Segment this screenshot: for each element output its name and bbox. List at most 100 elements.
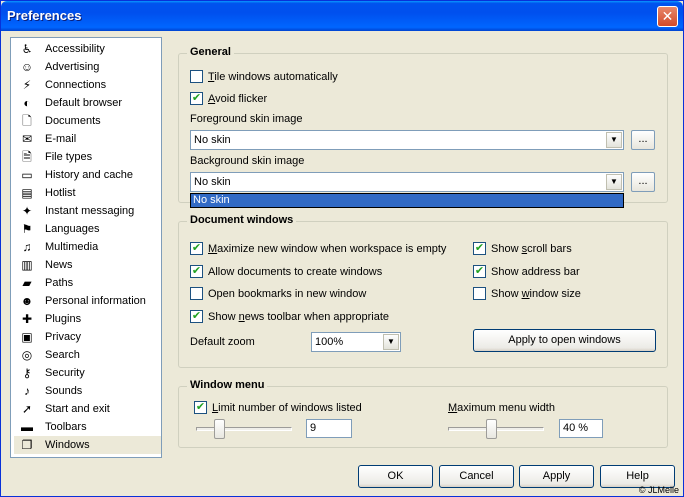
- window-size-checkbox[interactable]: Show window size: [473, 287, 581, 300]
- sidebar-item-documents[interactable]: 🗋 Documents: [14, 112, 161, 130]
- background-skin-select[interactable]: No skin ▼: [190, 172, 624, 192]
- limit-windows-box[interactable]: ✔: [194, 401, 207, 414]
- sidebar-item-start-and-exit[interactable]: ➚ Start and exit: [14, 400, 161, 418]
- avoid-flicker-label: Avoid flicker: [208, 92, 268, 105]
- default-zoom-select[interactable]: 100% ▼: [311, 332, 401, 352]
- scroll-bars-checkbox[interactable]: ✔ Show scroll bars: [473, 242, 572, 255]
- sidebar-item-paths[interactable]: ▰ Paths: [14, 274, 161, 292]
- allow-create-box[interactable]: ✔: [190, 265, 203, 278]
- avoid-flicker-box[interactable]: ✔: [190, 92, 203, 105]
- title-bar[interactable]: Preferences ✕: [1, 1, 683, 31]
- languages-icon: ⚑: [21, 222, 33, 236]
- copyright-text: © JLMelle: [638, 485, 679, 495]
- default-zoom-label: Default zoom: [190, 336, 255, 348]
- sidebar-item-instant-messaging[interactable]: ✦ Instant messaging: [14, 202, 161, 220]
- sidebar-item-default-browser[interactable]: ◐ Default browser: [14, 94, 161, 112]
- foreground-skin-value: No skin: [194, 134, 231, 146]
- sidebar-item-toolbars[interactable]: ▬ Toolbars: [14, 418, 161, 436]
- allow-create-checkbox[interactable]: ✔ Allow documents to create windows: [190, 265, 382, 278]
- foreground-skin-select[interactable]: No skin ▼: [190, 130, 624, 150]
- apply-button[interactable]: Apply: [519, 465, 594, 488]
- tile-windows-checkbox[interactable]: Tile windows automatically: [190, 70, 338, 83]
- news-toolbar-box[interactable]: ✔: [190, 310, 203, 323]
- preferences-window: Preferences ✕ ♿ Accessibility ☺ Advertising…: [0, 0, 684, 497]
- sidebar-item-privacy[interactable]: ▣ Privacy: [14, 328, 161, 346]
- background-browse-button[interactable]: ...: [631, 172, 655, 192]
- window-menu-title: Window menu: [187, 379, 268, 391]
- tile-windows-box[interactable]: [190, 70, 203, 83]
- browser-icon: ◐: [23, 96, 31, 110]
- sidebar-item-label: Paths: [45, 277, 74, 289]
- scroll-bars-box[interactable]: ✔: [473, 242, 486, 255]
- plug-icon: ⚡: [22, 78, 32, 92]
- sidebar-item-label: Languages: [45, 223, 100, 235]
- apply-to-open-windows-button[interactable]: Apply to open windows: [473, 329, 656, 352]
- sidebar-item-windows[interactable]: ❐ Windows: [14, 436, 161, 454]
- close-button[interactable]: ✕: [657, 6, 678, 27]
- address-bar-box[interactable]: ✔: [473, 265, 486, 278]
- sidebar-item-label: Start and exit: [45, 403, 110, 415]
- sidebar-item-sounds[interactable]: ♪ Sounds: [14, 382, 161, 400]
- sidebar-item-security[interactable]: ⚷ Security: [14, 364, 161, 382]
- maximize-box[interactable]: ✔: [190, 242, 203, 255]
- sidebar-item-label: Accessibility: [45, 43, 105, 55]
- sidebar-item-label: Sounds: [45, 385, 83, 397]
- sidebar-item-label: Plugins: [45, 313, 82, 325]
- key-icon: ⚷: [22, 366, 32, 380]
- avoid-flicker-checkbox[interactable]: ✔ Avoid flicker: [190, 92, 267, 105]
- chevron-down-icon[interactable]: ▼: [383, 334, 399, 350]
- news-toolbar-checkbox[interactable]: ✔ Show news toolbar when appropriate: [190, 310, 389, 323]
- search-icon: ◎: [21, 348, 33, 362]
- limit-slider-track[interactable]: [196, 427, 292, 431]
- maximize-label: Maximize new window when workspace is em…: [208, 242, 447, 255]
- sidebar-item-personal-information[interactable]: ☻ Personal information: [14, 292, 161, 310]
- start-exit-icon: ➚: [21, 402, 33, 416]
- background-skin-dropdown-list[interactable]: No skin: [190, 193, 624, 208]
- documents-icon: 🗋: [22, 114, 32, 128]
- cancel-button[interactable]: Cancel: [439, 465, 514, 488]
- ok-button[interactable]: OK: [358, 465, 433, 488]
- width-slider-thumb[interactable]: [486, 419, 497, 439]
- sidebar-item-label: File types: [45, 151, 93, 163]
- open-bookmarks-checkbox[interactable]: Open bookmarks in new window: [190, 287, 366, 300]
- chevron-down-icon[interactable]: ▼: [606, 132, 622, 148]
- maximize-checkbox[interactable]: ✔ Maximize new window when workspace is …: [190, 242, 446, 255]
- window-menu-group: Window menu: [178, 379, 668, 448]
- sidebar-item-plugins[interactable]: ✚ Plugins: [14, 310, 161, 328]
- address-bar-label: Show address bar: [491, 265, 580, 278]
- sidebar-item-label: Security: [45, 367, 85, 379]
- hotlist-icon: ▤: [21, 186, 33, 200]
- sidebar-item-e-mail[interactable]: ✉ E-mail: [14, 130, 161, 148]
- category-list[interactable]: ♿ Accessibility ☺ Advertising ⚡ Connections ◐ D…: [10, 37, 162, 458]
- toolbars-icon: ▬: [21, 420, 33, 434]
- limit-windows-checkbox[interactable]: ✔ Limit number of windows listed: [194, 401, 362, 414]
- limit-value-field[interactable]: 9: [306, 419, 352, 438]
- open-bookmarks-box[interactable]: [190, 287, 203, 300]
- sidebar-item-hotlist[interactable]: ▤ Hotlist: [14, 184, 161, 202]
- sidebar-item-label: Advertising: [45, 61, 100, 73]
- chevron-down-icon[interactable]: ▼: [606, 174, 622, 190]
- sidebar-item-file-types[interactable]: 🗎 File types: [14, 148, 161, 166]
- sidebar-item-accessibility[interactable]: ♿ Accessibility: [14, 40, 161, 58]
- sidebar-item-label: Default browser: [45, 97, 123, 109]
- sidebar-item-advertising[interactable]: ☺ Advertising: [14, 58, 161, 76]
- window-title: Preferences: [7, 8, 82, 23]
- document-windows-title: Document windows: [187, 214, 297, 226]
- sidebar-item-languages[interactable]: ⚑ Languages: [14, 220, 161, 238]
- max-width-value-field[interactable]: 40 %: [559, 419, 603, 438]
- news-toolbar-label: Show news toolbar when appropriate: [208, 310, 390, 323]
- sidebar-item-news[interactable]: ▥ News: [14, 256, 161, 274]
- multimedia-icon: ♫: [22, 240, 32, 254]
- window-size-box[interactable]: [473, 287, 486, 300]
- mail-icon: ✉: [21, 132, 33, 146]
- address-bar-checkbox[interactable]: ✔ Show address bar: [473, 265, 580, 278]
- dropdown-option[interactable]: No skin: [193, 194, 230, 206]
- foreground-browse-button[interactable]: ...: [631, 130, 655, 150]
- accessibility-icon: ♿: [21, 42, 33, 56]
- sidebar-item-history-and-cache[interactable]: ▭ History and cache: [14, 166, 161, 184]
- folder-icon: ▰: [22, 276, 32, 290]
- sidebar-item-search[interactable]: ◎ Search: [14, 346, 161, 364]
- limit-slider-thumb[interactable]: [214, 419, 225, 439]
- sidebar-item-connections[interactable]: ⚡ Connections: [14, 76, 161, 94]
- sidebar-item-multimedia[interactable]: ♫ Multimedia: [14, 238, 161, 256]
